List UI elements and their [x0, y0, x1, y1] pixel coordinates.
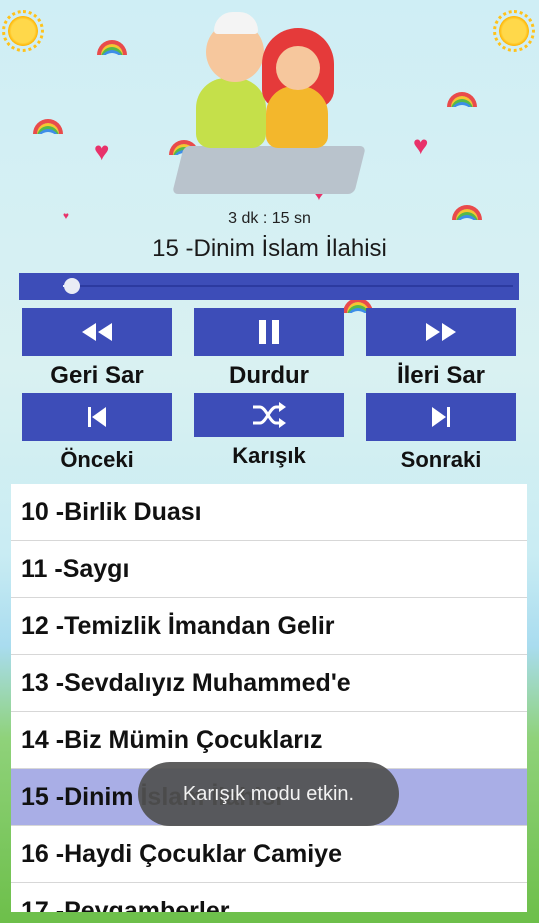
playlist-item[interactable]: 10 -Birlik Duası [11, 484, 527, 541]
skip-previous-icon [88, 407, 106, 427]
rainbow-decoration [97, 40, 127, 55]
playlist-item[interactable]: 16 -Haydi Çocuklar Camiye [11, 826, 527, 883]
toast-message: Karışık modu etkin. [138, 762, 399, 826]
seek-bar[interactable] [19, 273, 519, 300]
pause-control: Durdur [194, 308, 344, 390]
shuffle-icon [253, 402, 286, 428]
shuffle-control: Karışık [194, 393, 344, 469]
playlist[interactable]: 10 -Birlik Duası 11 -Saygı 12 -Temizlik İm… [11, 484, 527, 912]
seek-track [63, 285, 513, 287]
previous-button[interactable] [22, 393, 172, 441]
seek-thumb[interactable] [64, 278, 80, 294]
heart-decoration: ♥ [94, 136, 110, 166]
skip-next-icon [432, 407, 450, 427]
rainbow-decoration [33, 119, 63, 134]
sun-decoration-left [2, 10, 44, 52]
fast-forward-icon [426, 323, 456, 341]
forward-control: İleri Sar [366, 308, 516, 390]
forward-button[interactable] [366, 308, 516, 356]
previous-control: Önceki [22, 393, 172, 473]
playlist-item[interactable]: 11 -Saygı [11, 541, 527, 598]
rewind-button[interactable] [22, 308, 172, 356]
pause-label: Durdur [229, 362, 309, 389]
playlist-item[interactable]: 14 -Biz Mümin Çocuklarız [11, 712, 527, 769]
pause-button[interactable] [194, 308, 344, 356]
next-control: Sonraki [366, 393, 516, 473]
praying-children-illustration [172, 8, 366, 200]
playlist-item[interactable]: 12 -Temizlik İmandan Gelir [11, 598, 527, 655]
next-label: Sonraki [400, 447, 482, 472]
heart-decoration: ♥ [413, 130, 429, 160]
pause-icon [259, 320, 279, 344]
rewind-control: Geri Sar [22, 308, 172, 390]
playlist-item[interactable]: 13 -Sevdalıyız Muhammed'e [11, 655, 527, 712]
track-duration: 3 dk : 15 sn [228, 210, 311, 227]
rewind-icon [82, 323, 112, 341]
now-playing-title: 15 -Dinim İslam İlahisi [152, 235, 387, 262]
previous-label: Önceki [60, 447, 134, 472]
sun-decoration-right [493, 10, 535, 52]
shuffle-button[interactable] [194, 393, 344, 437]
rewind-label: Geri Sar [50, 362, 144, 389]
rainbow-decoration [447, 92, 477, 107]
shuffle-label: Karışık [232, 443, 306, 468]
next-button[interactable] [366, 393, 516, 441]
playlist-item[interactable]: 17 -Peygamberler [11, 883, 527, 912]
forward-label: İleri Sar [396, 362, 486, 389]
